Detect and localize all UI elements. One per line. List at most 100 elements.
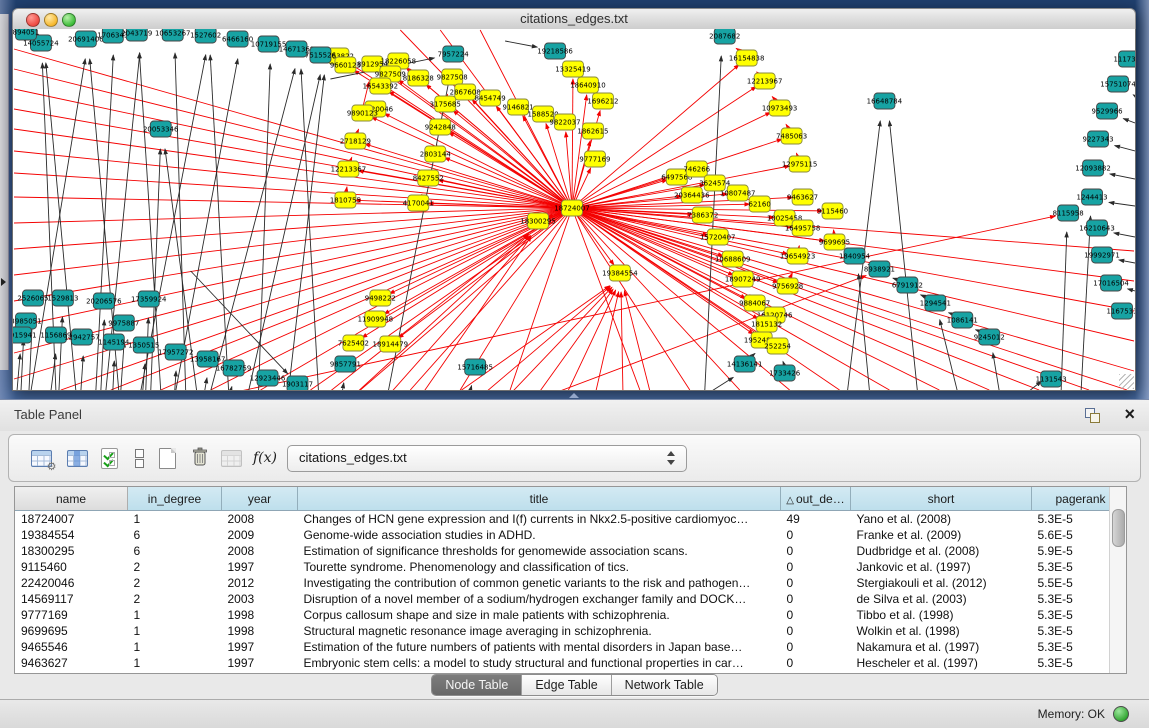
citation-edge-black[interactable] xyxy=(1128,289,1135,291)
table-selector-dropdown[interactable]: citations_edges.txt xyxy=(287,445,687,472)
graph-node[interactable]: 1086141 xyxy=(947,312,978,328)
column-header-name[interactable]: name xyxy=(15,487,128,511)
graph-node[interactable]: 1350515 xyxy=(128,337,159,353)
cell-out_degree[interactable]: 49 xyxy=(781,511,851,528)
cell-name[interactable]: 9699695 xyxy=(15,623,128,639)
citation-edge-black[interactable] xyxy=(712,377,734,390)
cell-out_degree[interactable]: 0 xyxy=(781,607,851,623)
citation-edge-black[interactable] xyxy=(1061,232,1067,390)
column-header-year[interactable]: year xyxy=(222,487,298,511)
graph-node[interactable]: 12923446 xyxy=(250,370,286,386)
column-header-short[interactable]: short xyxy=(851,487,1032,511)
citation-edge-red[interactable] xyxy=(568,290,616,390)
citation-edge-red[interactable] xyxy=(14,49,572,208)
cell-out_degree[interactable]: 0 xyxy=(781,575,851,591)
citation-edge-red[interactable] xyxy=(14,208,572,301)
graph-node[interactable]: 19654923 xyxy=(780,248,816,264)
control-panel-collapsed-strip[interactable] xyxy=(0,14,9,370)
citation-edge-red[interactable] xyxy=(14,208,572,223)
column-header-out_degree[interactable]: △out_de… xyxy=(781,487,851,511)
graph-node[interactable]: 2526065 xyxy=(17,290,48,306)
cell-title[interactable]: Estimation of significance thresholds fo… xyxy=(298,543,781,559)
citation-edge-black[interactable] xyxy=(858,274,869,390)
expand-panel-arrow-icon[interactable] xyxy=(1,278,6,286)
citation-edge-red[interactable] xyxy=(487,286,610,390)
tab-node-table[interactable]: Node Table xyxy=(432,675,522,695)
table-mode-button[interactable]: ⚙ xyxy=(27,444,55,472)
graph-node[interactable]: 7957224 xyxy=(438,46,470,62)
table-row[interactable]: 911546021997Tourette syndrome. Phenomeno… xyxy=(15,559,1127,575)
cell-title[interactable]: Structural magnetic resonance image aver… xyxy=(298,623,781,639)
cell-short[interactable]: Yano et al. (2008) xyxy=(851,511,1032,528)
cell-title[interactable]: Investigating the contribution of common… xyxy=(298,575,781,591)
cell-title[interactable]: Tourette syndrome. Phenomenology and cla… xyxy=(298,559,781,575)
table-vertical-scrollbar[interactable] xyxy=(1109,487,1126,673)
citation-edge-black[interactable] xyxy=(1114,233,1135,237)
cell-title[interactable]: Estimation of the future numbers of pati… xyxy=(298,639,781,655)
graph-node[interactable]: 894051 xyxy=(13,29,39,40)
cell-short[interactable]: Hescheler et al. (1997) xyxy=(851,655,1032,671)
cell-year[interactable]: 1997 xyxy=(222,559,298,575)
cell-name[interactable]: 18724007 xyxy=(15,511,128,528)
tab-network-table[interactable]: Network Table xyxy=(612,675,717,695)
graph-node[interactable]: 12975115 xyxy=(782,156,818,172)
graph-node[interactable]: 746266 xyxy=(683,161,710,177)
citation-edge-red[interactable] xyxy=(384,113,572,208)
cell-title[interactable]: Genome-wide association studies in ADHD. xyxy=(298,527,781,543)
cell-in_degree[interactable]: 2 xyxy=(128,591,222,607)
cell-short[interactable]: Jankovic et al. (1997) xyxy=(851,559,1032,575)
graph-node[interactable]: 8186328 xyxy=(403,70,434,86)
table-row[interactable]: 1456911722003Disruption of a novel membe… xyxy=(15,591,1127,607)
new-table-button[interactable] xyxy=(153,444,181,472)
graph-node[interactable]: 8427552 xyxy=(413,170,444,186)
cell-title[interactable]: Changes of HCN gene expression and I(f) … xyxy=(298,511,781,528)
cell-out_degree[interactable]: 0 xyxy=(781,623,851,639)
cell-name[interactable]: 19384554 xyxy=(15,527,128,543)
citation-edge-red[interactable] xyxy=(572,208,690,390)
graph-node[interactable]: 2803144 xyxy=(420,146,452,162)
cell-year[interactable]: 1997 xyxy=(222,639,298,655)
cell-out_degree[interactable]: 0 xyxy=(781,655,851,671)
citation-edge-black[interactable] xyxy=(81,356,83,390)
cell-title[interactable]: Disruption of a novel member of a sodium… xyxy=(298,591,781,607)
split-pane-handle-icon[interactable] xyxy=(569,393,579,398)
graph-node[interactable]: 7625402 xyxy=(338,335,369,351)
graph-node[interactable]: 9227343 xyxy=(1083,131,1114,147)
float-window-icon[interactable] xyxy=(1085,408,1101,424)
graph-node[interactable]: 17957272 xyxy=(158,344,194,360)
cell-short[interactable]: de Silva et al. (2003) xyxy=(851,591,1032,607)
cell-name[interactable]: 9115460 xyxy=(15,559,128,575)
citation-edge-red[interactable] xyxy=(572,208,1134,341)
graph-node[interactable]: 9699695 xyxy=(819,234,850,250)
graph-node[interactable]: 15720407 xyxy=(700,229,736,245)
show-columns-button[interactable] xyxy=(63,444,91,472)
graph-node[interactable]: 1244413 xyxy=(1077,189,1108,205)
network-canvas[interactable]: 7463822966012389129541822605898275098186… xyxy=(12,29,1136,391)
citation-edge-black[interactable] xyxy=(175,53,186,390)
cell-year[interactable]: 2012 xyxy=(222,575,298,591)
graph-node[interactable]: 1167533 xyxy=(1106,303,1135,319)
cell-year[interactable]: 1997 xyxy=(222,655,298,671)
cell-name[interactable]: 18300295 xyxy=(15,543,128,559)
citation-edge-black[interactable] xyxy=(342,383,343,390)
cell-short[interactable]: Wolkin et al. (1998) xyxy=(851,623,1032,639)
citation-edge-red[interactable] xyxy=(572,95,587,208)
column-header-title[interactable]: title xyxy=(298,487,781,511)
cell-in_degree[interactable]: 6 xyxy=(128,543,222,559)
table-row[interactable]: 1938455462009Genome-wide association stu… xyxy=(15,527,1127,543)
graph-node[interactable]: 62160 xyxy=(749,196,771,212)
cell-out_degree[interactable]: 0 xyxy=(781,639,851,655)
graph-node[interactable]: 12093882 xyxy=(1075,160,1111,176)
table-row[interactable]: 969969511998Structural magnetic resonanc… xyxy=(15,623,1127,639)
cell-in_degree[interactable]: 2 xyxy=(128,575,222,591)
graph-node[interactable]: 16210643 xyxy=(1079,220,1115,236)
citation-edge-black[interactable] xyxy=(1133,95,1135,96)
graph-node[interactable]: 6466160 xyxy=(222,31,253,47)
citation-edge-black[interactable] xyxy=(205,378,207,390)
graph-node[interactable]: 14136141 xyxy=(727,356,763,372)
citation-edge-black[interactable] xyxy=(17,354,20,390)
cell-year[interactable]: 1998 xyxy=(222,607,298,623)
graph-node[interactable]: 9115460 xyxy=(817,203,848,219)
graph-node[interactable]: 2718129 xyxy=(340,133,371,149)
cell-in_degree[interactable]: 2 xyxy=(128,559,222,575)
